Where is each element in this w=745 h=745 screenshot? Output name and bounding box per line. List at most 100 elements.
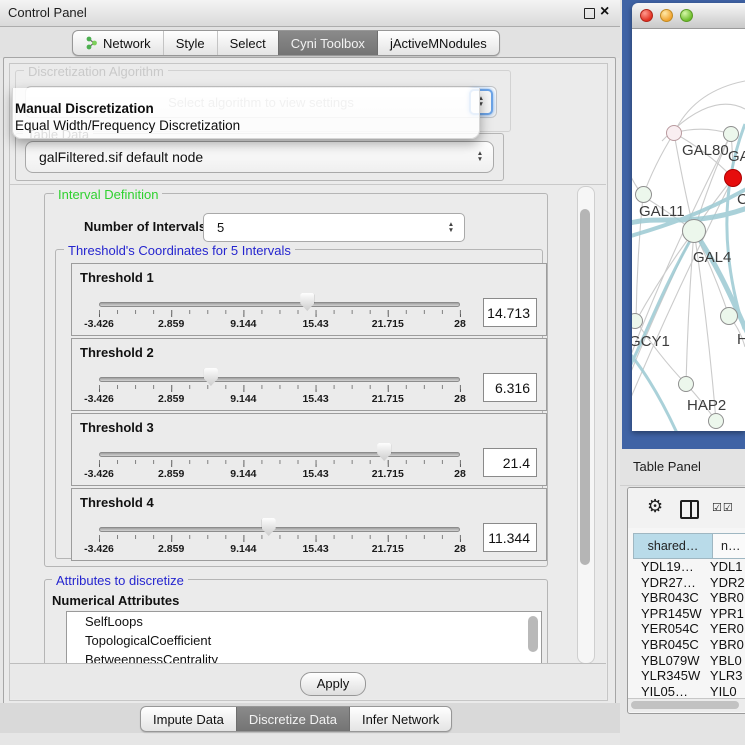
network-canvas[interactable]: GAL80 GA C GAL11 GAL4 GCY1 H HAP2 — [632, 29, 745, 431]
tab-style[interactable]: Style — [163, 31, 217, 55]
threshold-2-slider[interactable]: -3.4262.8599.14415.4321.71528 — [99, 367, 460, 407]
threshold-2-label: Threshold 2 — [80, 345, 154, 360]
node-hap2[interactable] — [678, 376, 694, 392]
float-window-icon[interactable] — [584, 8, 595, 19]
node-unnamed-top-right[interactable] — [723, 126, 739, 142]
table-data-combobox-stepper[interactable]: ▲▼ — [470, 144, 490, 170]
tab-network[interactable]: Network — [73, 31, 163, 55]
minimize-traffic-light[interactable] — [660, 9, 673, 22]
column-header-shared[interactable]: shared… — [633, 533, 713, 559]
table-row[interactable]: YBR043CYBR0 — [633, 590, 745, 606]
tick-label: 2.859 — [158, 468, 184, 480]
threshold-2-value-field[interactable]: 6.316 — [483, 373, 537, 402]
node-h[interactable] — [720, 307, 738, 325]
threshold-3-value-field[interactable]: 21.4 — [483, 448, 537, 477]
slider-track[interactable] — [99, 452, 460, 457]
table-row[interactable]: YDR27…YDR2 — [633, 575, 745, 591]
table-row[interactable]: YDL19…YDL1 — [633, 559, 745, 575]
table-horizontal-scrollbar[interactable] — [628, 698, 745, 712]
network-icon — [85, 36, 98, 50]
slider-thumb[interactable] — [262, 518, 276, 536]
tick-label: 9.144 — [230, 393, 256, 405]
tick-label: 28 — [454, 393, 466, 405]
split-columns-icon[interactable] — [680, 500, 699, 519]
slider-track[interactable] — [99, 377, 460, 382]
slider-track[interactable] — [99, 302, 460, 307]
slider-thumb[interactable] — [377, 443, 391, 461]
table-row[interactable]: YPR145WYPR1 — [633, 606, 745, 622]
tick-label: 21.715 — [372, 543, 404, 555]
node-gal80[interactable] — [666, 125, 682, 141]
tab-infer-network[interactable]: Infer Network — [350, 707, 451, 731]
list-scrollbar[interactable] — [528, 616, 538, 652]
table-row[interactable]: YIL05…YIL0 — [633, 684, 745, 700]
interval-definition-group-label: Interval Definition — [54, 187, 162, 202]
node-gal11[interactable] — [635, 186, 652, 203]
popup-item-equal-width-frequency[interactable]: Equal Width/Frequency Discretization — [15, 118, 240, 133]
table-data-combobox-value: galFiltered.sif default node — [26, 149, 203, 165]
table-row[interactable]: YER054CYER0 — [633, 621, 745, 637]
tick-label: 28 — [454, 543, 466, 555]
threshold-1-value-field[interactable]: 14.713 — [483, 298, 537, 327]
tab-cyni-toolbox[interactable]: Cyni Toolbox — [278, 31, 378, 55]
tick-label: -3.426 — [84, 393, 114, 405]
threshold-3-slider[interactable]: -3.4262.8599.14415.4321.71528 — [99, 442, 460, 482]
tab-select[interactable]: Select — [217, 31, 278, 55]
column-header-name[interactable]: n… — [713, 533, 745, 559]
numerical-attributes-list[interactable]: SelfLoops TopologicalCoefficient Between… — [66, 611, 542, 664]
threshold-4-value-field[interactable]: 11.344 — [483, 523, 537, 552]
tick-label: 9.144 — [230, 468, 256, 480]
threshold-1-label: Threshold 1 — [80, 270, 154, 285]
zoom-traffic-light[interactable] — [680, 9, 693, 22]
select-columns-icon[interactable]: ☑☑ — [712, 501, 734, 514]
node-label: HAP2 — [687, 397, 726, 414]
numerical-attributes-heading: Numerical Attributes — [52, 593, 179, 608]
table-panel-title: Table Panel — [633, 459, 701, 474]
tick-label: 21.715 — [372, 318, 404, 330]
threshold-4-slider[interactable]: -3.4262.8599.14415.4321.71528 — [99, 517, 460, 557]
tick-label: 28 — [454, 318, 466, 330]
number-of-intervals-spinner[interactable]: 5 ▲▼ — [203, 213, 465, 242]
tab-jactivemnodules[interactable]: jActiveMNodules — [378, 31, 499, 55]
slider-thumb[interactable] — [300, 293, 314, 311]
number-of-intervals-stepper[interactable]: ▲▼ — [441, 216, 461, 239]
list-item[interactable]: SelfLoops — [67, 612, 541, 631]
tab-discretize-data[interactable]: Discretize Data — [236, 707, 350, 731]
table-row[interactable]: YBL079WYBL0 — [633, 653, 745, 669]
slider-track[interactable] — [99, 527, 460, 532]
list-item[interactable]: TopologicalCoefficient — [67, 631, 541, 650]
tick-label: 15.43 — [302, 468, 328, 480]
tick-label: 28 — [454, 468, 466, 480]
table-horizontal-scrollbar-thumb[interactable] — [631, 701, 739, 709]
table-data-combobox[interactable]: galFiltered.sif default node ▲▼ — [25, 141, 494, 173]
node-gal4[interactable] — [682, 219, 706, 243]
node-label: GAL11 — [639, 203, 685, 220]
tab-impute-data[interactable]: Impute Data — [141, 707, 236, 731]
close-icon[interactable]: × — [600, 2, 609, 22]
node-label: GCY1 — [632, 333, 670, 350]
table-panel-titlebar: Table Panel — [620, 449, 745, 486]
node-red-selected[interactable] — [724, 169, 742, 187]
table-row[interactable]: YBR045CYBR0 — [633, 637, 745, 653]
slider-tick-labels: -3.4262.8599.14415.4321.71528 — [99, 543, 460, 555]
table-header-row: shared… n… — [633, 533, 745, 559]
close-traffic-light[interactable] — [640, 9, 653, 22]
table-row[interactable]: YLR345WYLR3 — [633, 668, 745, 684]
threshold-1-slider[interactable]: -3.4262.8599.14415.4321.71528 — [99, 292, 460, 332]
node-bottom-partial[interactable] — [708, 413, 724, 429]
network-window: GAL80 GA C GAL11 GAL4 GCY1 H HAP2 — [632, 3, 745, 431]
tick-label: 2.859 — [158, 318, 184, 330]
tick-label: -3.426 — [84, 318, 114, 330]
apply-button[interactable]: Apply — [300, 672, 366, 696]
popup-item-manual-discretization[interactable]: Manual Discretization — [15, 101, 154, 116]
settings-scrollbar-thumb[interactable] — [580, 209, 590, 565]
slider-thumb[interactable] — [204, 368, 218, 386]
bottom-tab-group: Impute Data Discretize Data Infer Networ… — [140, 706, 452, 732]
gear-icon[interactable]: ⚙ — [647, 496, 663, 517]
settings-scrollbar[interactable] — [577, 186, 595, 664]
list-item[interactable]: BetweennessCentrality — [67, 650, 541, 664]
control-panel-title: Control Panel — [8, 5, 87, 20]
tick-label: 2.859 — [158, 543, 184, 555]
apply-strip: Apply — [10, 663, 606, 699]
algorithm-dropdown-popup: Manual Discretization Equal Width/Freque… — [12, 88, 480, 139]
